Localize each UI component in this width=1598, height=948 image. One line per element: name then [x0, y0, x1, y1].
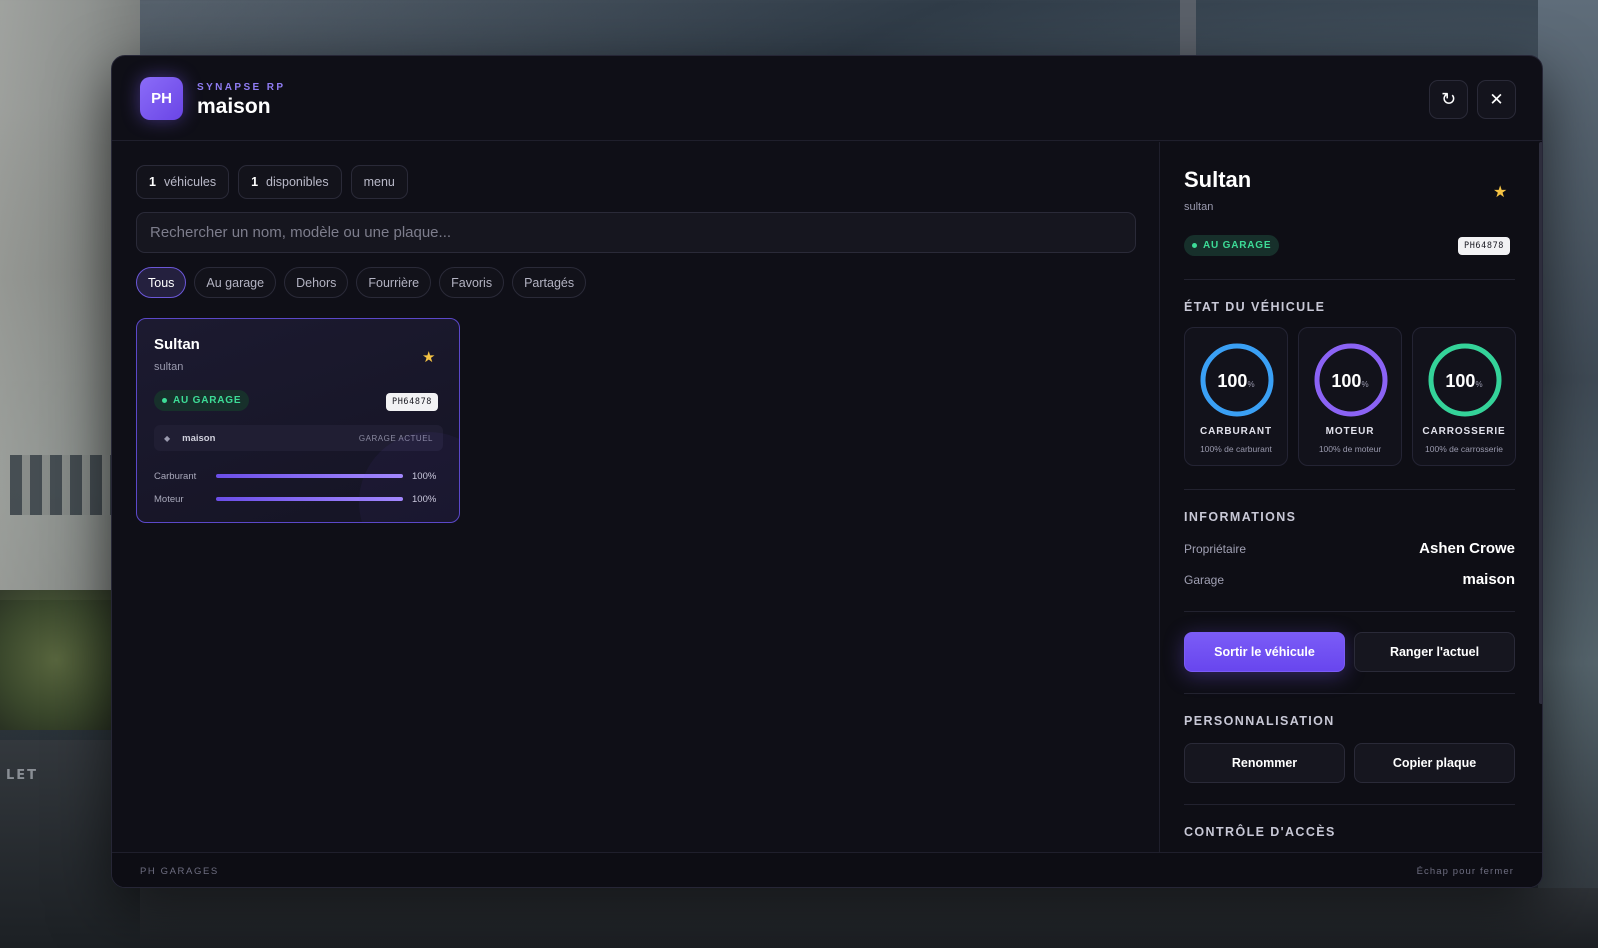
fuel-gauge: 100% CARBURANT 100% de carburant: [1184, 327, 1288, 466]
search-input[interactable]: [136, 212, 1136, 253]
garage-title: maison: [197, 95, 271, 118]
take-out-vehicle-button[interactable]: Sortir le véhicule: [1184, 632, 1345, 672]
detail-scrollbar[interactable]: [1539, 142, 1542, 704]
vehicles-count: 1: [149, 175, 156, 189]
status-badge: AU GARAGE: [154, 390, 250, 411]
detail-vehicle-model: sultan: [1184, 201, 1214, 213]
store-current-button[interactable]: Ranger l'actuel: [1354, 632, 1515, 672]
fuel-bar-track: [216, 474, 403, 478]
engine-bar-row: Moteur 100%: [154, 492, 443, 506]
vehicles-count-chip: 1 véhicules: [136, 165, 230, 199]
fuel-bar-fill: [216, 474, 403, 478]
vehicle-card[interactable]: Sultan sultan ★ AU GARAGE PH64878 ◆ mais…: [136, 318, 460, 523]
background-car-text: LET: [6, 768, 39, 783]
status-badge-label: AU GARAGE: [173, 395, 242, 406]
detail-status-label: AU GARAGE: [1203, 240, 1272, 251]
engine-bar-label: Moteur: [154, 493, 184, 505]
vehicle-location: ◆ maison GARAGE ACTUEL: [154, 425, 443, 451]
filter-all[interactable]: Tous: [136, 267, 187, 298]
body-gauge-sub: 100% de carrosserie: [1425, 444, 1503, 454]
available-count-chip: 1 disponibles: [238, 165, 342, 199]
menu-label: menu: [363, 175, 395, 189]
available-label: disponibles: [266, 175, 329, 189]
body-gauge: 100% CARROSSERIE 100% de carrosserie: [1412, 327, 1516, 466]
refresh-icon: ↻: [1440, 89, 1457, 110]
brand-name: SYNAPSE RP: [197, 82, 286, 93]
engine-bar-value: 100%: [412, 493, 437, 505]
location-pin-icon: ◆: [164, 433, 171, 443]
detail-favorite-star-icon[interactable]: ★: [1493, 182, 1507, 201]
filter-tabs: Tous Au garage Dehors Fourrière Favoris …: [136, 267, 587, 298]
rename-button[interactable]: Renommer: [1184, 743, 1345, 783]
body-gauge-label: CARROSSERIE: [1422, 426, 1506, 437]
plate-badge: PH64878: [386, 393, 439, 411]
engine-bar-track: [216, 497, 403, 501]
vehicles-label: véhicules: [163, 175, 217, 189]
menu-chip: menu: [350, 165, 408, 199]
stats-chips: 1 véhicules 1 disponibles menu: [136, 165, 408, 199]
location-tag: GARAGE ACTUEL: [358, 433, 433, 443]
background-pole: [1180, 0, 1196, 60]
fuel-gauge-label: CARBURANT: [1200, 426, 1272, 437]
divider: [1184, 611, 1515, 612]
garage-window: PH SYNAPSE RP maison ↻ ✕ 1 véhicules 1 d…: [111, 55, 1543, 888]
vehicle-detail-pane: Sultan sultan ★ AU GARAGE PH64878 ÉTAT D…: [1159, 142, 1542, 852]
refresh-button[interactable]: ↻: [1429, 80, 1468, 119]
filter-outside[interactable]: Dehors: [284, 267, 349, 298]
engine-gauge-value: 100%: [1331, 371, 1369, 391]
background-bottom: [140, 888, 1598, 948]
garage-label: Garage: [1184, 572, 1225, 587]
vehicle-card-model: sultan: [154, 361, 184, 373]
body-gauge-value: 100%: [1445, 371, 1483, 391]
customization-title: PERSONNALISATION: [1184, 714, 1335, 728]
detail-plate-badge: PH64878: [1458, 237, 1511, 255]
header: PH SYNAPSE RP maison ↻ ✕: [112, 56, 1542, 141]
filter-favorites[interactable]: Favoris: [439, 267, 505, 298]
garage-value: maison: [1462, 571, 1515, 588]
vehicle-state-title: ÉTAT DU VÉHICULE: [1184, 300, 1326, 314]
owner-label: Propriétaire: [1184, 541, 1247, 556]
fuel-gauge-value: 100%: [1217, 371, 1255, 391]
available-count: 1: [251, 175, 259, 189]
footer-hint: Échap pour fermer: [1416, 866, 1514, 877]
favorite-star-icon[interactable]: ★: [422, 348, 435, 366]
divider: [1184, 693, 1515, 694]
access-control-title: CONTRÔLE D'ACCÈS: [1184, 825, 1336, 839]
copy-plate-button[interactable]: Copier plaque: [1354, 743, 1515, 783]
engine-gauge-label: MOTEUR: [1325, 426, 1375, 437]
vehicle-list-pane: 1 véhicules 1 disponibles menu Tous Au g…: [112, 142, 1159, 852]
location-name: maison: [182, 432, 216, 444]
filter-shared[interactable]: Partagés: [512, 267, 587, 298]
filter-in-garage[interactable]: Au garage: [194, 267, 277, 298]
engine-gauge-sub: 100% de moteur: [1318, 444, 1382, 454]
owner-value: Ashen Crowe: [1419, 540, 1515, 557]
informations-title: INFORMATIONS: [1184, 510, 1297, 524]
footer: PH GARAGES Échap pour fermer: [112, 852, 1542, 887]
app-logo: PH: [140, 77, 183, 120]
background-right: [1538, 0, 1598, 948]
detail-vehicle-name: Sultan: [1184, 167, 1252, 192]
vehicle-state-gauges: 100% CARBURANT 100% de carburant 100% MO…: [1184, 327, 1516, 466]
vehicle-card-name: Sultan: [154, 336, 200, 353]
garage-row: Garage maison: [1184, 571, 1515, 588]
close-button[interactable]: ✕: [1477, 80, 1516, 119]
engine-gauge: 100% MOTEUR 100% de moteur: [1298, 327, 1402, 466]
detail-status-badge: AU GARAGE: [1184, 235, 1280, 256]
status-dot-icon: [162, 398, 167, 403]
owner-row: Propriétaire Ashen Crowe: [1184, 540, 1515, 557]
fuel-bar-label: Carburant: [154, 470, 197, 482]
divider: [1184, 804, 1515, 805]
close-icon: ✕: [1489, 89, 1504, 110]
fuel-bar-row: Carburant 100%: [154, 469, 443, 483]
detail-status-dot-icon: [1192, 243, 1197, 248]
fuel-bar-value: 100%: [412, 470, 437, 482]
footer-brand: PH GARAGES: [140, 866, 219, 877]
engine-bar-fill: [216, 497, 403, 501]
fuel-gauge-sub: 100% de carburant: [1200, 444, 1272, 454]
divider: [1184, 279, 1515, 280]
divider: [1184, 489, 1515, 490]
filter-impound[interactable]: Fourrière: [356, 267, 432, 298]
